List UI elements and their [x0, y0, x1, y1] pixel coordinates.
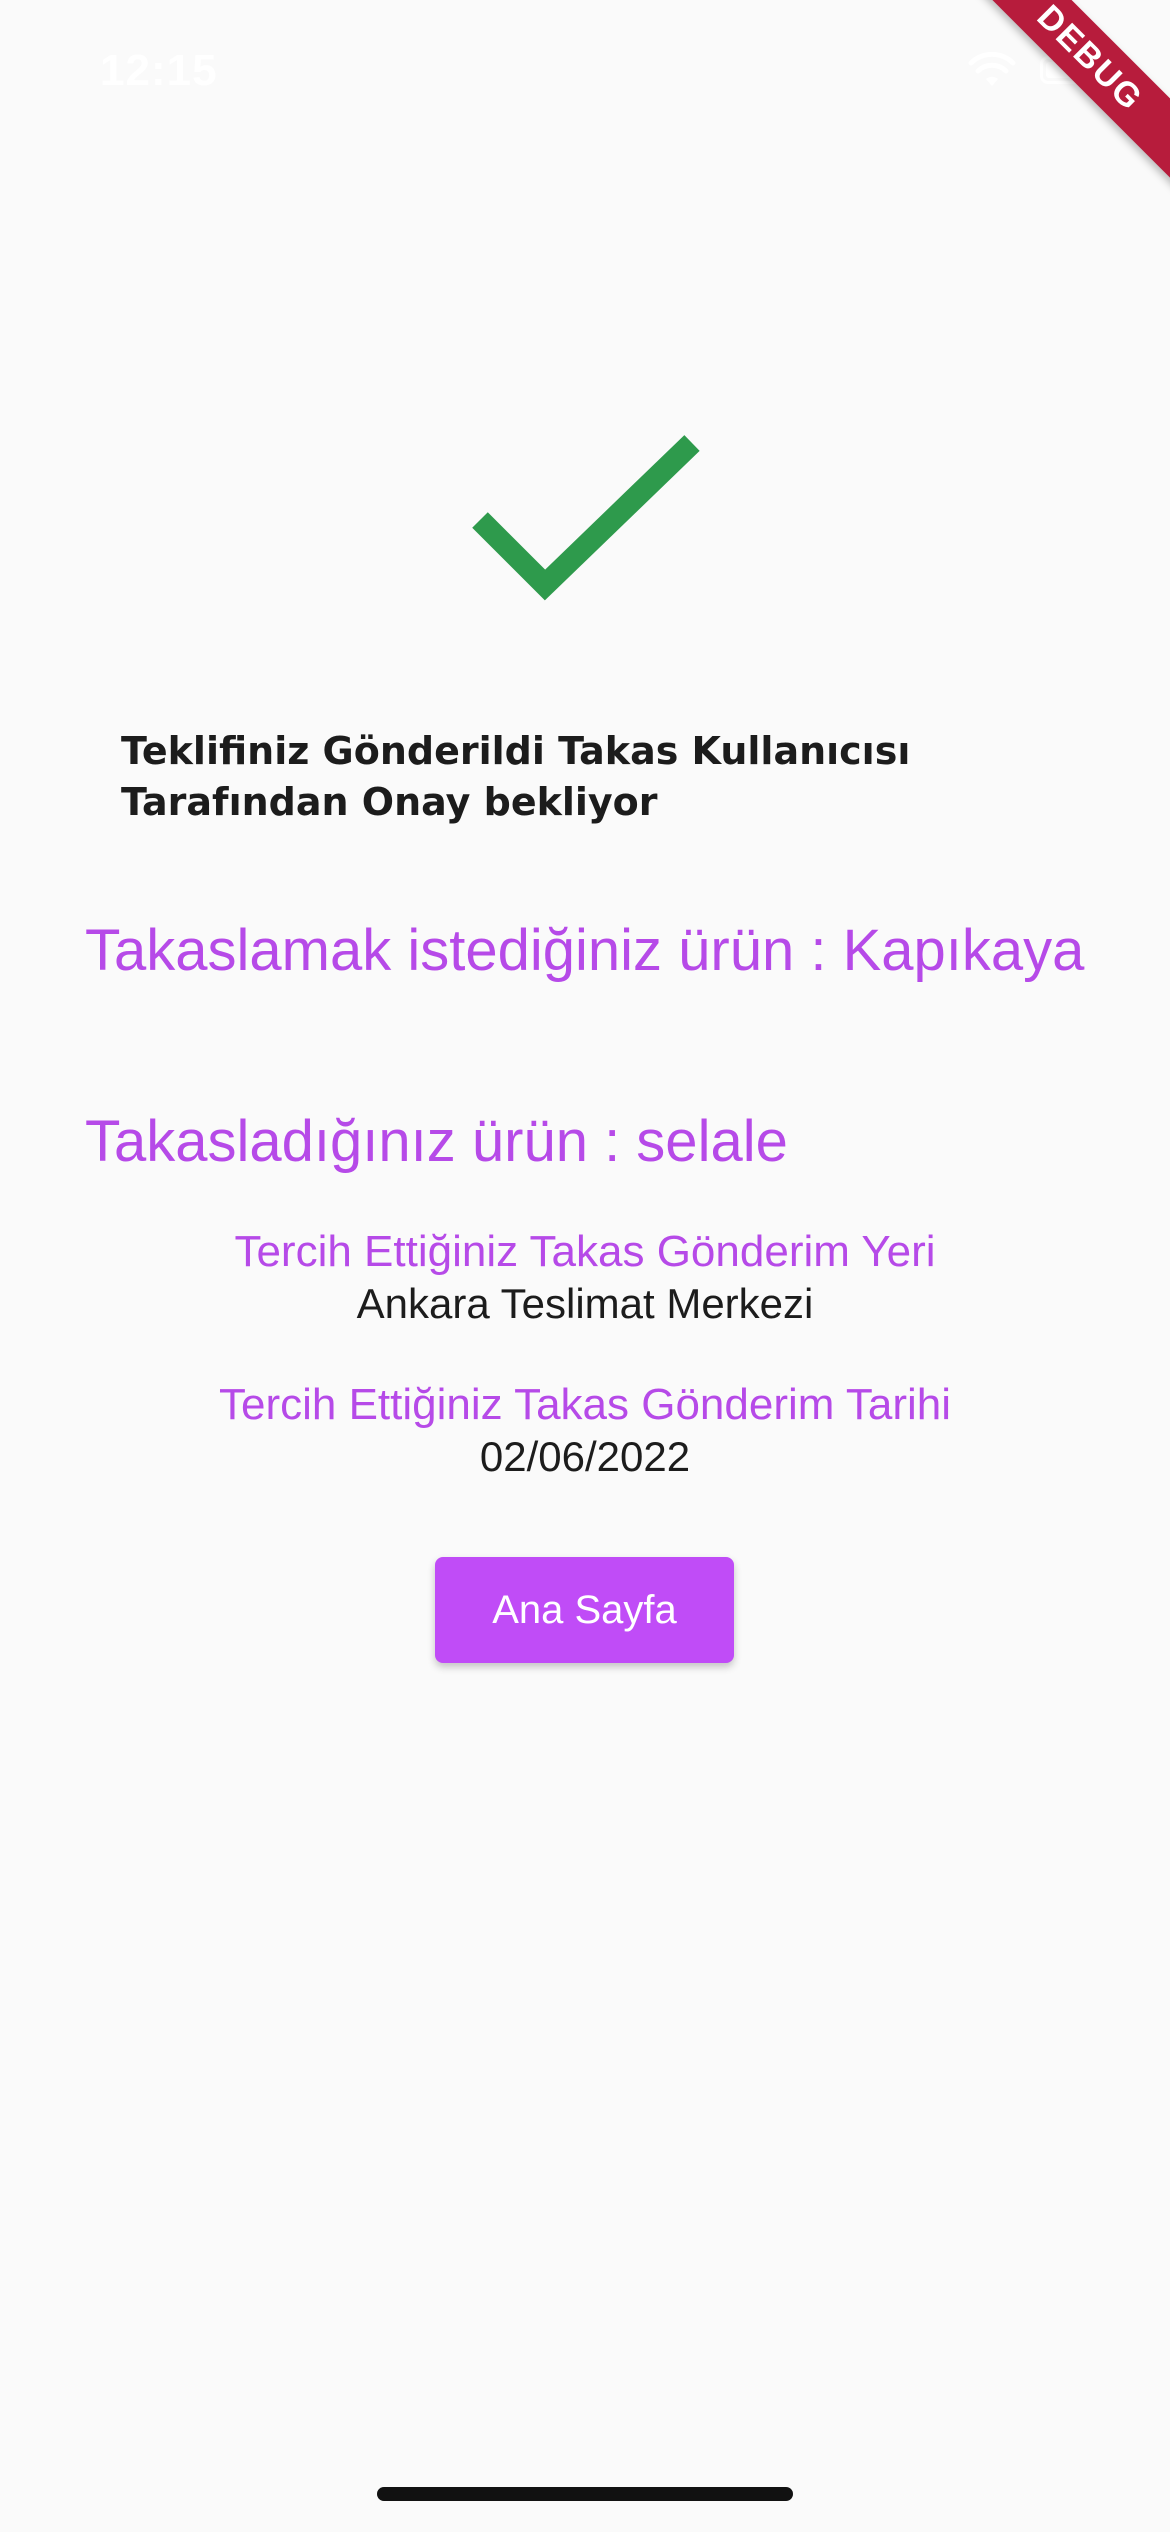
wanted-product: Takaslamak istediğiniz ürün : Kapıkaya — [85, 918, 1085, 983]
success-message: Teklifiniz Gönderildi Takas Kullanıcısı … — [121, 729, 911, 824]
wifi-icon — [968, 52, 1016, 88]
home-button[interactable]: Ana Sayfa — [435, 1557, 734, 1663]
delivery-date-label: Tercih Ettiğiniz Takas Gönderim Tarihi — [218, 1380, 951, 1429]
delivery-date: Tercih Ettiğiniz Takas Gönderim Tarihi 0… — [0, 1379, 1170, 1483]
own-product: Takasladığınız ürün : selale — [85, 1109, 788, 1174]
home-indicator[interactable] — [377, 2487, 793, 2501]
status-time: 12:15 — [100, 46, 218, 95]
delivery-place: Tercih Ettiğiniz Takas Gönderim Yeri Ank… — [0, 1226, 1170, 1330]
delivery-place-value: Ankara Teslimat Merkezi — [356, 1280, 814, 1327]
delivery-place-label: Tercih Ettiğiniz Takas Gönderim Yeri — [234, 1227, 936, 1276]
check-icon — [470, 425, 710, 625]
delivery-date-value: 02/06/2022 — [479, 1433, 691, 1480]
status-bar: 12:15 — [0, 0, 1170, 140]
